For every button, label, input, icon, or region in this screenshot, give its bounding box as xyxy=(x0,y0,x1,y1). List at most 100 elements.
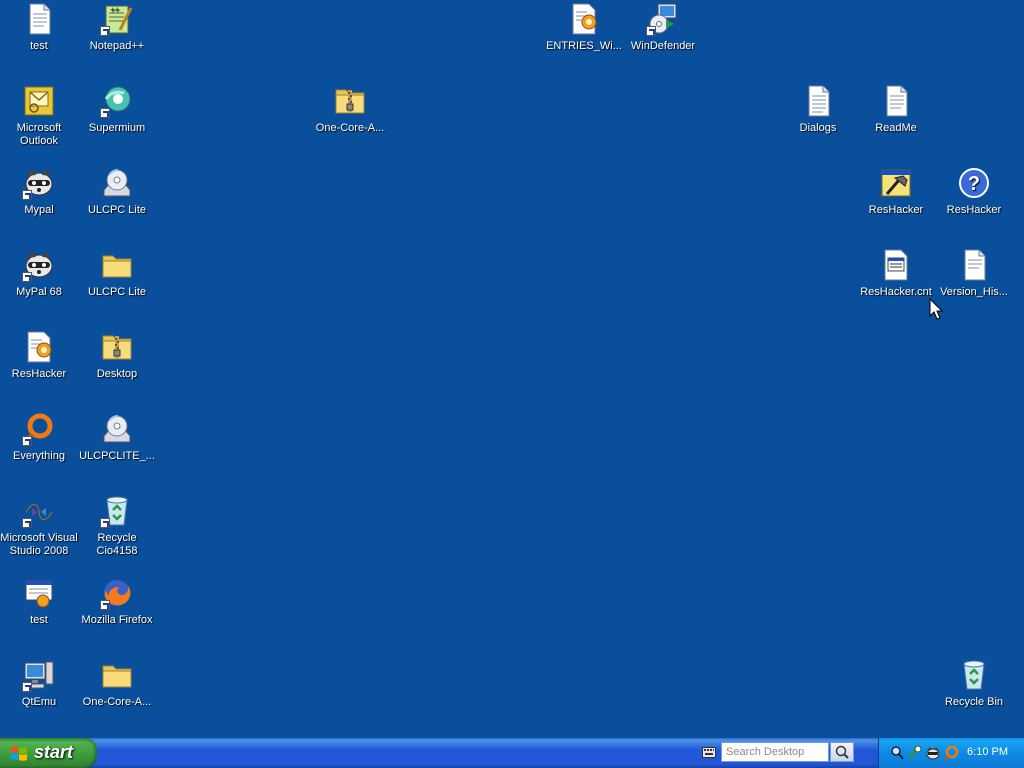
shortcut-arrow-icon xyxy=(22,682,32,692)
help-contents-file-icon xyxy=(879,248,913,282)
raccoon-icon xyxy=(22,248,56,282)
icon-label: ResHacker xyxy=(946,204,1002,216)
desktop-icon-ulcpclite-disc[interactable]: ULCPCLITE_... xyxy=(78,412,156,463)
text-document-icon xyxy=(801,84,835,118)
desktop-icon-entries-wi[interactable]: ENTRIES_Wi... xyxy=(545,2,623,53)
icon-label: WinDefender xyxy=(630,40,696,52)
icon-label: Dialogs xyxy=(799,122,837,134)
taskbar: start Search Desktop 6:10 PM xyxy=(0,738,1024,768)
help-question-icon: ? xyxy=(957,166,991,200)
icon-label: Version_His... xyxy=(940,286,1008,298)
icon-label: Mypal xyxy=(24,204,54,216)
text-document-icon xyxy=(22,2,56,36)
desktop-icon-one-core-a-folder[interactable]: One-Core-A... xyxy=(78,658,156,709)
desktop-icon-qtemu[interactable]: QtEmu xyxy=(0,658,78,709)
desktop-icon-desktop-zip[interactable]: Desktop xyxy=(78,330,156,381)
search-tray-icon[interactable] xyxy=(889,745,905,761)
icon-label: ResHacker xyxy=(11,368,67,380)
search-desktop-input[interactable]: Search Desktop xyxy=(721,742,829,762)
disc-drive-icon xyxy=(100,166,134,200)
desktop-icon-microsoft-outlook[interactable]: Microsoft Outlook xyxy=(0,84,78,148)
icon-label: Microsoft Visual Studio 2008 xyxy=(0,532,78,557)
keyboard-icon[interactable] xyxy=(702,747,716,758)
desktop-icon-reshacker-setup[interactable]: ResHacker xyxy=(0,330,78,381)
outlook-icon xyxy=(22,84,56,118)
computer-monitor-icon xyxy=(22,658,56,692)
firefox-icon xyxy=(100,576,134,610)
clock[interactable]: 6:10 PM xyxy=(967,746,1008,758)
icon-label: Mozilla Firefox xyxy=(81,614,153,626)
supermium-browser-icon xyxy=(100,84,134,118)
folder-icon xyxy=(100,248,134,282)
desktop-icon-everything[interactable]: Everything xyxy=(0,412,78,463)
raccoon-tray-icon[interactable] xyxy=(925,745,941,761)
icon-label: test xyxy=(30,614,48,626)
desktop-icon-readme[interactable]: ReadMe xyxy=(857,84,935,135)
desktop-icon-recycle-bin[interactable]: Recycle Bin xyxy=(935,658,1013,709)
application-window-icon xyxy=(22,576,56,610)
icon-label: Recycle Cio4158 xyxy=(96,532,138,557)
icon-label: Everything xyxy=(13,450,65,462)
icon-label: MyPal 68 xyxy=(16,286,62,298)
safely-remove-hardware-icon[interactable] xyxy=(907,745,923,761)
icon-label: QtEmu xyxy=(21,696,57,708)
desktop-icon-reshacker-help[interactable]: ? ResHacker xyxy=(935,166,1013,217)
start-button[interactable]: start xyxy=(0,738,97,768)
desktop-icon-notepad-plus-plus[interactable]: ++ Notepad++ xyxy=(78,2,156,53)
svg-text:?: ? xyxy=(968,173,980,195)
icon-label: ResHacker xyxy=(868,204,924,216)
visual-studio-icon xyxy=(22,494,56,528)
shortcut-arrow-icon xyxy=(100,26,110,36)
shortcut-arrow-icon xyxy=(22,272,32,282)
shortcut-arrow-icon xyxy=(646,26,656,36)
icon-label: ReadMe xyxy=(875,122,917,134)
desktop-icon-windefender[interactable]: WinDefender xyxy=(624,2,702,53)
desktop[interactable]: test Microsoft Outlook Mypal MyPal 68 Re… xyxy=(0,0,1024,738)
desktop-icon-version-his[interactable]: Version_His... xyxy=(935,248,1013,299)
icon-label: ResHacker.cnt xyxy=(860,286,932,298)
desktop-icon-visual-studio-2008[interactable]: Microsoft Visual Studio 2008 xyxy=(0,494,78,558)
desktop-icon-dialogs[interactable]: Dialogs xyxy=(779,84,857,135)
desktop-icon-reshacker-cnt[interactable]: ResHacker.cnt xyxy=(857,248,935,299)
icon-label: Notepad++ xyxy=(89,40,145,52)
desktop-icon-mypal[interactable]: Mypal xyxy=(0,166,78,217)
desktop-icon-supermium[interactable]: Supermium xyxy=(78,84,156,135)
icon-label: Desktop xyxy=(96,368,138,380)
desktop-icon-mypal-68[interactable]: MyPal 68 xyxy=(0,248,78,299)
raccoon-icon xyxy=(22,166,56,200)
desktop-icon-ulcpc-lite-disc[interactable]: ULCPC Lite xyxy=(78,166,156,217)
icon-label: Supermium xyxy=(88,122,146,134)
reshacker-app-icon xyxy=(879,166,913,200)
folder-icon xyxy=(100,658,134,692)
everything-tray-icon[interactable] xyxy=(943,745,959,761)
zip-folder-icon xyxy=(100,330,134,364)
desktop-icon-ulcpc-lite-folder[interactable]: ULCPC Lite xyxy=(78,248,156,299)
magnifier-icon xyxy=(835,745,849,759)
desktop-icon-one-core-a-zip[interactable]: One-Core-A... xyxy=(311,84,389,135)
notepad-plus-plus-icon: ++ xyxy=(100,2,134,36)
icon-label: ULCPCLITE_... xyxy=(79,450,155,462)
text-document-icon xyxy=(879,84,913,118)
text-document-icon xyxy=(957,248,991,282)
search-go-button[interactable] xyxy=(830,742,854,762)
icon-label: Microsoft Outlook xyxy=(16,122,62,147)
disc-drive-icon xyxy=(100,412,134,446)
shortcut-arrow-icon xyxy=(100,518,110,528)
shortcut-arrow-icon xyxy=(100,600,110,610)
everything-search-icon xyxy=(22,412,56,446)
icon-label: One-Core-A... xyxy=(82,696,152,708)
icon-label: ENTRIES_Wi... xyxy=(546,40,622,52)
desktop-icon-test[interactable]: test xyxy=(0,2,78,53)
windows-flag-icon xyxy=(11,746,27,761)
desktop-icon-test-2[interactable]: test xyxy=(0,576,78,627)
desktop-icon-reshacker-app[interactable]: ResHacker xyxy=(857,166,935,217)
desktop-icon-mozilla-firefox[interactable]: Mozilla Firefox xyxy=(78,576,156,627)
recycle-bin-icon xyxy=(957,658,991,692)
shortcut-arrow-icon xyxy=(22,436,32,446)
setup-document-icon xyxy=(22,330,56,364)
windefender-installer-icon xyxy=(646,2,680,36)
svg-text:++: ++ xyxy=(110,5,120,14)
shortcut-arrow-icon xyxy=(22,518,32,528)
icon-label: ULCPC Lite xyxy=(87,204,147,216)
desktop-icon-recycle-cio4158[interactable]: Recycle Cio4158 xyxy=(78,494,156,558)
